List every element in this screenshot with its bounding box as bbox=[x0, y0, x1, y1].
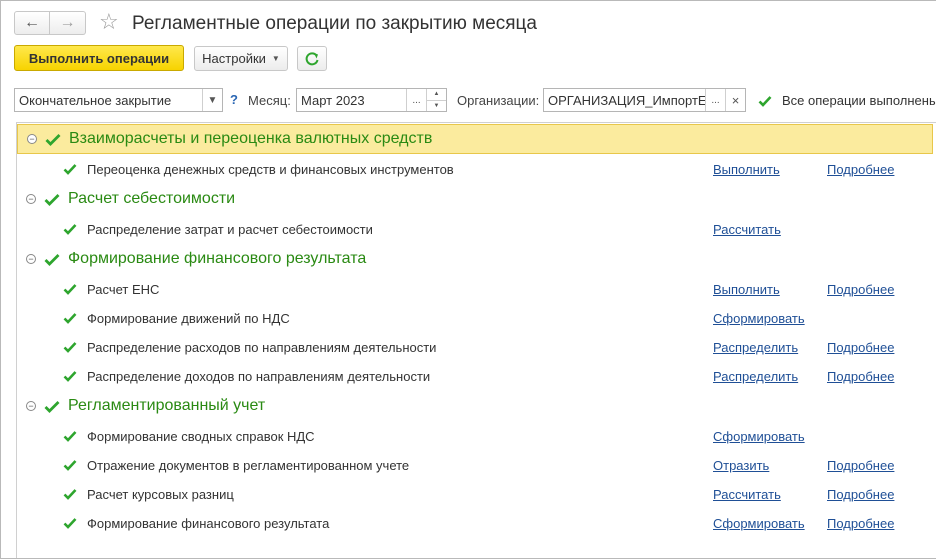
check-icon bbox=[63, 284, 77, 295]
item-title: Переоценка денежных средств и финансовых… bbox=[87, 161, 454, 177]
group-row[interactable]: − Формирование финансового результата bbox=[17, 244, 933, 274]
close-type-value: Окончательное закрытие bbox=[19, 92, 172, 108]
window: ← → ☆ Регламентные операции по закрытию … bbox=[0, 0, 936, 559]
action-link[interactable]: Рассчитать bbox=[713, 487, 781, 502]
month-label: Месяц: bbox=[248, 93, 291, 108]
list-item: Переоценка денежных средств и финансовых… bbox=[17, 157, 933, 181]
group-row[interactable]: − Регламентированный учет bbox=[17, 391, 933, 421]
check-icon bbox=[63, 371, 77, 382]
action-link[interactable]: Сформировать bbox=[713, 311, 805, 326]
org-label: Организации: bbox=[457, 93, 540, 108]
favorite-star-icon[interactable]: ☆ bbox=[99, 10, 119, 34]
check-icon bbox=[63, 460, 77, 471]
month-value: Март 2023 bbox=[301, 92, 365, 108]
details-link[interactable]: Подробнее bbox=[827, 162, 894, 177]
chevron-down-icon[interactable]: ▼ bbox=[427, 99, 446, 112]
status-text: Все операции выполнены bbox=[782, 93, 936, 108]
item-title: Распределение расходов по направлениям д… bbox=[87, 339, 437, 355]
collapse-icon[interactable]: − bbox=[26, 254, 36, 264]
details-link[interactable]: Подробнее bbox=[827, 516, 894, 531]
item-title: Формирование движений по НДС bbox=[87, 310, 290, 326]
item-title: Формирование сводных справок НДС bbox=[87, 428, 315, 444]
operations-list: − Взаиморасчеты и переоценка валютных ср… bbox=[16, 122, 936, 558]
check-icon bbox=[44, 193, 60, 206]
check-icon bbox=[63, 518, 77, 529]
list-item: Формирование финансового результата Сфор… bbox=[17, 511, 933, 535]
details-link[interactable]: Подробнее bbox=[827, 458, 894, 473]
chevron-up-icon[interactable]: ▲ bbox=[427, 89, 446, 100]
details-link[interactable]: Подробнее bbox=[827, 487, 894, 502]
back-button[interactable]: ← bbox=[14, 11, 50, 35]
group-title: Регламентированный учет bbox=[68, 397, 266, 414]
month-field[interactable]: Март 2023 ... ▲ ▼ bbox=[296, 88, 447, 112]
list-item: Формирование сводных справок НДС Сформир… bbox=[17, 424, 933, 448]
page-title: Регламентные операции по закрытию месяца bbox=[132, 13, 537, 34]
details-link[interactable]: Подробнее bbox=[827, 369, 894, 384]
list-item: Распределение затрат и расчет себестоимо… bbox=[17, 217, 933, 241]
month-select-button[interactable]: ... bbox=[406, 89, 426, 111]
action-link[interactable]: Сформировать bbox=[713, 516, 805, 531]
check-icon bbox=[63, 342, 77, 353]
arrow-left-icon: ← bbox=[24, 14, 40, 31]
group-row[interactable]: − Расчет себестоимости bbox=[17, 184, 933, 214]
check-icon bbox=[63, 164, 77, 175]
item-title: Расчет ЕНС bbox=[87, 281, 160, 297]
item-title: Распределение затрат и расчет себестоимо… bbox=[87, 221, 373, 237]
check-icon bbox=[63, 313, 77, 324]
org-field[interactable]: ОРГАНИЗАЦИЯ_ИмпортЕ ... × bbox=[543, 88, 746, 112]
group-title: Взаиморасчеты и переоценка валютных сред… bbox=[69, 130, 433, 147]
org-select-button[interactable]: ... bbox=[705, 89, 725, 111]
check-icon bbox=[63, 224, 77, 235]
action-link[interactable]: Выполнить bbox=[713, 162, 780, 177]
forward-button[interactable]: → bbox=[50, 11, 86, 35]
check-icon bbox=[758, 95, 772, 107]
arrow-right-icon: → bbox=[59, 14, 76, 31]
list-item: Распределение доходов по направлениям де… bbox=[17, 364, 933, 388]
item-title: Расчет курсовых разниц bbox=[87, 486, 234, 502]
check-icon bbox=[63, 489, 77, 500]
list-item: Расчет ЕНС Выполнить Подробнее bbox=[17, 277, 933, 301]
list-item: Распределение расходов по направлениям д… bbox=[17, 335, 933, 359]
chevron-down-icon: ▼ bbox=[271, 54, 280, 63]
settings-button[interactable]: Настройки ▼ bbox=[194, 46, 288, 71]
item-title: Отражение документов в регламентированно… bbox=[87, 457, 410, 473]
month-stepper[interactable]: ▲ ▼ bbox=[426, 89, 446, 111]
action-link[interactable]: Выполнить bbox=[713, 282, 780, 297]
check-icon bbox=[63, 431, 77, 442]
refresh-icon bbox=[305, 51, 319, 65]
group-title: Формирование финансового результата bbox=[68, 250, 367, 267]
status-indicator: Все операции выполнены bbox=[758, 93, 936, 108]
action-link[interactable]: Рассчитать bbox=[713, 222, 781, 237]
help-icon[interactable]: ? bbox=[230, 92, 238, 107]
list-item: Расчет курсовых разниц Рассчитать Подроб… bbox=[17, 482, 933, 506]
details-link[interactable]: Подробнее bbox=[827, 340, 894, 355]
action-link[interactable]: Распределить bbox=[713, 369, 798, 384]
clear-icon[interactable]: × bbox=[725, 89, 745, 111]
nav-buttons: ← → bbox=[14, 11, 86, 35]
org-value: ОРГАНИЗАЦИЯ_ИмпортЕ bbox=[548, 92, 705, 108]
settings-label: Настройки bbox=[202, 51, 266, 66]
close-type-select[interactable]: Окончательное закрытие ▼ bbox=[14, 88, 223, 112]
check-icon bbox=[44, 400, 60, 413]
check-icon bbox=[44, 253, 60, 266]
collapse-icon[interactable]: − bbox=[27, 134, 37, 144]
collapse-icon[interactable]: − bbox=[26, 194, 36, 204]
run-operations-button[interactable]: Выполнить операции bbox=[14, 45, 184, 71]
group-row[interactable]: − Взаиморасчеты и переоценка валютных ср… bbox=[17, 124, 933, 154]
item-title: Распределение доходов по направлениям де… bbox=[87, 368, 431, 384]
list-item: Формирование движений по НДС Сформироват… bbox=[17, 306, 933, 330]
item-title: Формирование финансового результата bbox=[87, 515, 330, 531]
action-link[interactable]: Распределить bbox=[713, 340, 798, 355]
check-icon bbox=[45, 133, 61, 146]
refresh-button[interactable] bbox=[297, 46, 327, 71]
chevron-down-icon[interactable]: ▼ bbox=[202, 89, 222, 111]
action-link[interactable]: Сформировать bbox=[713, 429, 805, 444]
list-item: Отражение документов в регламентированно… bbox=[17, 453, 933, 477]
collapse-icon[interactable]: − bbox=[26, 401, 36, 411]
group-title: Расчет себестоимости bbox=[68, 190, 236, 207]
action-link[interactable]: Отразить bbox=[713, 458, 769, 473]
details-link[interactable]: Подробнее bbox=[827, 282, 894, 297]
